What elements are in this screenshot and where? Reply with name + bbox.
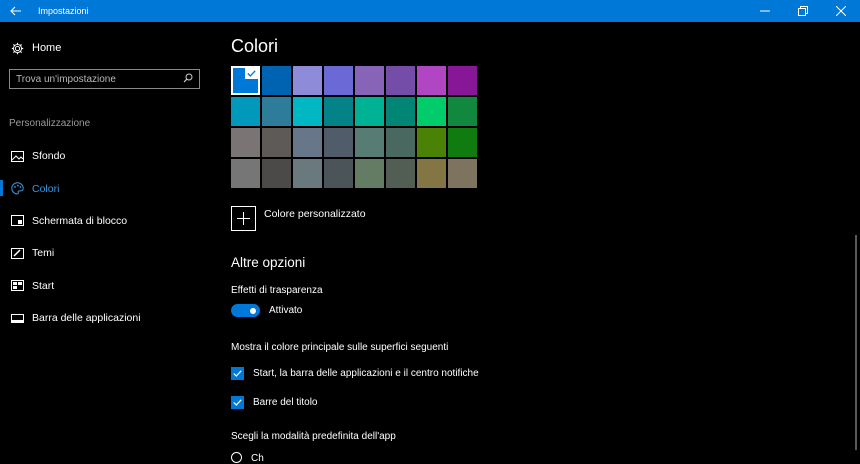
sidebar-item-label: Sfondo bbox=[32, 150, 66, 163]
color-swatch[interactable] bbox=[448, 66, 477, 95]
sidebar-item-label: Start bbox=[32, 279, 55, 292]
color-swatch[interactable] bbox=[417, 97, 446, 126]
color-swatch[interactable] bbox=[417, 66, 446, 95]
main-content: Colori Colore personalizzato Altre opzio… bbox=[231, 22, 831, 464]
search-box bbox=[9, 69, 200, 89]
nav-list: Sfondo Colori Schermata di blocco Temi S… bbox=[0, 140, 210, 334]
custom-color-button[interactable]: Colore personalizzato bbox=[231, 206, 366, 231]
color-swatch[interactable] bbox=[262, 128, 291, 157]
color-swatch[interactable] bbox=[293, 66, 322, 95]
search-input[interactable] bbox=[16, 73, 183, 85]
checkbox-row-start-taskbar: Start, la barra delle applicazioni e il … bbox=[231, 367, 479, 380]
app-mode-radio-light[interactable] bbox=[231, 452, 242, 463]
toggle-knob bbox=[250, 307, 256, 314]
title-bars-checkbox-label: Barre del titolo bbox=[253, 397, 318, 408]
app-mode-radio-label: Ch bbox=[251, 453, 264, 464]
sidebar-item-barra-delle-applicazioni[interactable]: Barra delle applicazioni bbox=[0, 302, 210, 334]
minimize-icon bbox=[760, 10, 770, 12]
accent-surfaces-label: Mostra il colore principale sulle superf… bbox=[231, 342, 449, 353]
sidebar-item-temi[interactable]: Temi bbox=[0, 237, 210, 269]
sidebar-item-start[interactable]: Start bbox=[0, 270, 210, 302]
transparency-toggle[interactable] bbox=[231, 304, 260, 317]
color-swatch[interactable] bbox=[231, 159, 260, 188]
plus-icon bbox=[231, 206, 256, 231]
color-swatch[interactable] bbox=[386, 97, 415, 126]
custom-color-label: Colore personalizzato bbox=[264, 208, 366, 220]
color-swatch[interactable] bbox=[324, 97, 353, 126]
nav-home-label: Home bbox=[32, 42, 62, 54]
sidebar-item-sfondo[interactable]: Sfondo bbox=[0, 140, 210, 172]
checkbox-row-title-bars: Barre del titolo bbox=[231, 396, 317, 409]
close-button[interactable] bbox=[822, 0, 860, 22]
color-swatch[interactable] bbox=[293, 97, 322, 126]
window-controls bbox=[746, 0, 860, 22]
color-swatch[interactable] bbox=[262, 66, 291, 95]
color-swatch[interactable] bbox=[386, 66, 415, 95]
title-bar: Impostazioni bbox=[0, 0, 860, 22]
restore-icon bbox=[798, 6, 808, 16]
minimize-button[interactable] bbox=[746, 0, 784, 22]
color-swatch[interactable] bbox=[417, 159, 446, 188]
color-swatch[interactable] bbox=[293, 159, 322, 188]
page-title: Colori bbox=[231, 36, 279, 56]
lock-screen-icon bbox=[10, 214, 24, 228]
color-swatch[interactable] bbox=[293, 128, 322, 157]
gear-icon bbox=[10, 41, 24, 55]
search-icon[interactable] bbox=[183, 70, 193, 88]
color-swatch[interactable] bbox=[324, 128, 353, 157]
sidebar-item-label: Colori bbox=[32, 182, 60, 195]
transparency-label: Effetti di trasparenza bbox=[231, 285, 323, 296]
palette-icon bbox=[10, 182, 24, 196]
color-swatch[interactable] bbox=[231, 97, 260, 126]
checkmark-icon bbox=[233, 370, 242, 377]
more-options-heading: Altre opzioni bbox=[231, 255, 306, 270]
back-arrow-icon bbox=[10, 6, 21, 16]
restore-button[interactable] bbox=[784, 0, 822, 22]
start-icon bbox=[10, 279, 24, 293]
color-swatch[interactable] bbox=[386, 159, 415, 188]
start-taskbar-checkbox[interactable] bbox=[231, 367, 244, 380]
back-button[interactable] bbox=[0, 0, 32, 22]
section-label: Personalizzazione bbox=[9, 118, 91, 129]
sidebar-item-colori[interactable]: Colori bbox=[0, 172, 210, 204]
sidebar-item-label: Schermata di blocco bbox=[32, 214, 128, 227]
checkmark-icon bbox=[245, 68, 258, 79]
brush-icon bbox=[10, 246, 24, 260]
sidebar-item-label: Temi bbox=[32, 247, 55, 260]
color-swatch[interactable] bbox=[231, 66, 260, 95]
color-swatch[interactable] bbox=[417, 128, 446, 157]
window-title: Impostazioni bbox=[38, 6, 89, 16]
color-swatch[interactable] bbox=[355, 128, 384, 157]
color-swatch[interactable] bbox=[262, 97, 291, 126]
color-swatch-grid bbox=[231, 66, 477, 188]
color-swatch[interactable] bbox=[355, 97, 384, 126]
taskbar-icon bbox=[10, 311, 24, 325]
start-taskbar-checkbox-label: Start, la barra delle applicazioni e il … bbox=[253, 368, 479, 379]
transparency-state-label: Attivato bbox=[269, 305, 303, 316]
color-swatch[interactable] bbox=[448, 128, 477, 157]
color-swatch[interactable] bbox=[324, 66, 353, 95]
color-swatch[interactable] bbox=[231, 128, 260, 157]
app-mode-label: Scegli la modalità predefinita dell'app bbox=[231, 431, 396, 442]
scrollbar[interactable] bbox=[855, 235, 857, 450]
color-swatch[interactable] bbox=[386, 128, 415, 157]
color-swatch[interactable] bbox=[448, 97, 477, 126]
color-swatch[interactable] bbox=[355, 66, 384, 95]
nav-home[interactable]: Home bbox=[10, 41, 61, 55]
picture-icon bbox=[10, 149, 24, 163]
checkmark-icon bbox=[233, 399, 242, 406]
sidebar-item-label: Barra delle applicazioni bbox=[32, 312, 141, 325]
sidebar: Home Personalizzazione Sfondo Co bbox=[0, 22, 210, 457]
color-swatch[interactable] bbox=[448, 159, 477, 188]
color-swatch[interactable] bbox=[262, 159, 291, 188]
color-swatch[interactable] bbox=[324, 159, 353, 188]
transparency-toggle-row: Attivato bbox=[231, 304, 302, 317]
sidebar-item-schermata-di-blocco[interactable]: Schermata di blocco bbox=[0, 205, 210, 237]
color-swatch[interactable] bbox=[355, 159, 384, 188]
title-bars-checkbox[interactable] bbox=[231, 396, 244, 409]
close-icon bbox=[836, 6, 846, 16]
